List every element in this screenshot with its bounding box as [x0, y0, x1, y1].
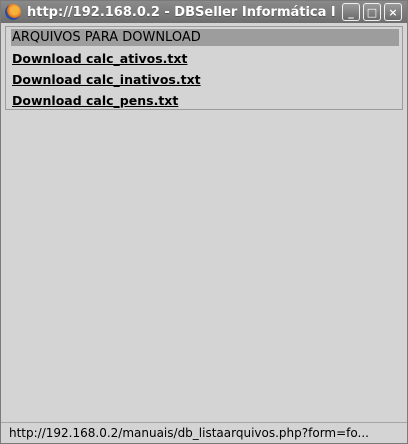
downloads-panel: ARQUIVOS PARA DOWNLOAD Download calc_ati…	[5, 26, 403, 110]
minimize-icon: _	[348, 5, 354, 19]
title-bar[interactable]: http://192.168.0.2 - DBSeller Informátic…	[1, 1, 407, 23]
download-link-calc-inativos[interactable]: Download calc_inativos.txt	[12, 72, 201, 87]
status-bar: http://192.168.0.2/manuais/db_listaarqui…	[1, 422, 407, 443]
close-icon: ×	[388, 5, 398, 19]
download-link-calc-pens[interactable]: Download calc_pens.txt	[12, 93, 178, 108]
maximize-icon: □	[366, 5, 378, 19]
page-content: ARQUIVOS PARA DOWNLOAD Download calc_ati…	[2, 23, 406, 421]
firefox-icon	[5, 4, 21, 20]
download-link-calc-ativos[interactable]: Download calc_ativos.txt	[12, 51, 187, 66]
browser-window: http://192.168.0.2 - DBSeller Informátic…	[0, 0, 408, 444]
status-url: http://192.168.0.2/manuais/db_listaarqui…	[9, 426, 369, 440]
close-button[interactable]: ×	[384, 3, 402, 21]
window-title: http://192.168.0.2 - DBSeller Informátic…	[27, 4, 336, 20]
minimize-button[interactable]: _	[342, 3, 360, 21]
maximize-button[interactable]: □	[363, 3, 381, 21]
panel-header: ARQUIVOS PARA DOWNLOAD	[11, 29, 399, 46]
